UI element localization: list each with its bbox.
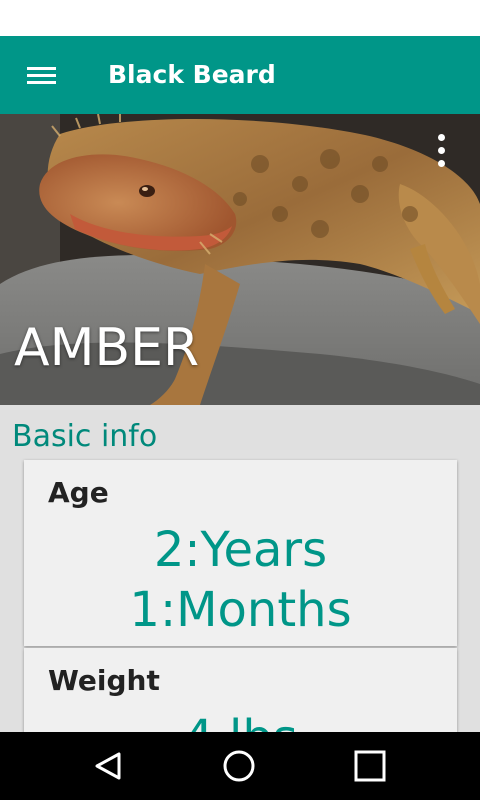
hero-image: AMBER xyxy=(0,114,480,405)
pet-name: AMBER xyxy=(14,318,200,378)
age-label: Age xyxy=(48,476,109,509)
more-vert-icon[interactable] xyxy=(436,132,446,172)
section-title-basic-info: Basic info xyxy=(12,419,158,454)
age-months-value: 1:Months xyxy=(129,582,352,638)
recents-square-icon[interactable] xyxy=(330,732,410,800)
back-triangle-icon[interactable] xyxy=(69,732,149,800)
system-nav-bar xyxy=(0,732,480,800)
home-circle-icon[interactable] xyxy=(199,732,279,800)
app-bar: Black Beard xyxy=(0,36,480,114)
age-card: Age 2:Years 1:Months xyxy=(24,460,457,646)
app-title: Black Beard xyxy=(108,60,276,89)
weight-label: Weight xyxy=(48,664,160,697)
hamburger-menu-icon[interactable] xyxy=(27,67,56,84)
status-bar xyxy=(0,0,480,36)
age-years-value: 2:Years xyxy=(153,522,328,578)
